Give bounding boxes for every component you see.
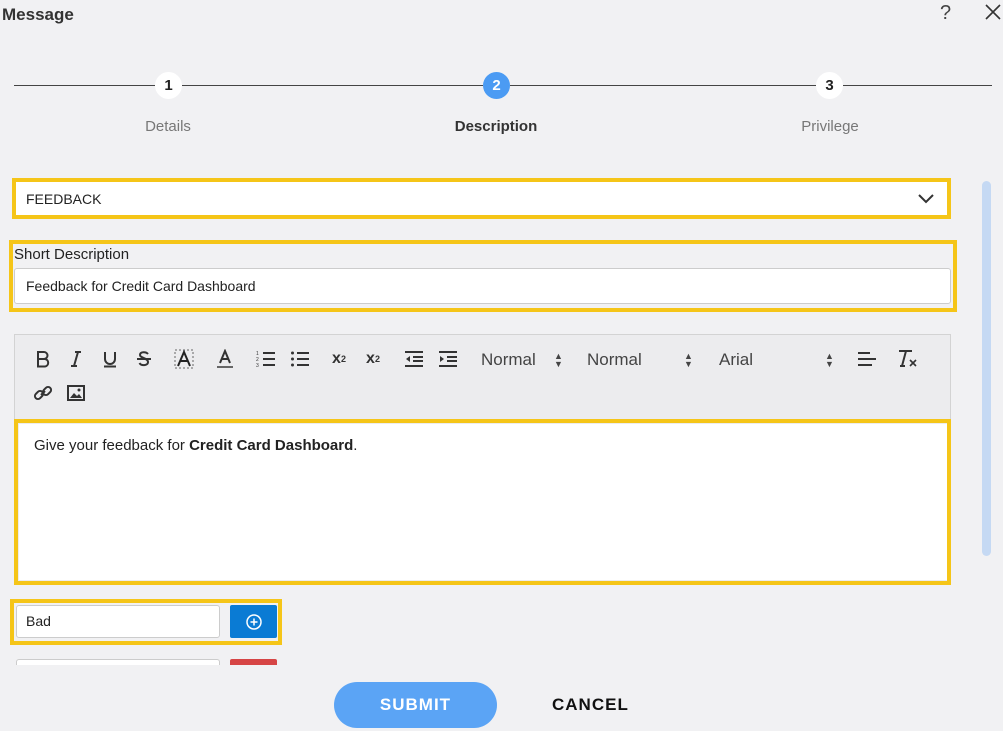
underline-icon[interactable] bbox=[99, 348, 121, 370]
svg-text:3: 3 bbox=[256, 363, 259, 368]
superscript-base: x bbox=[366, 350, 375, 367]
size-picker[interactable]: Normal ▲ ▼ bbox=[481, 350, 563, 370]
font-picker-value: Arial bbox=[719, 350, 754, 369]
size-picker-value: Normal bbox=[481, 350, 536, 369]
step-connector bbox=[182, 85, 483, 86]
header-picker[interactable]: Normal ▲ ▼ bbox=[587, 350, 693, 370]
subscript-mark: 2 bbox=[340, 354, 346, 364]
sort-arrows-icon: ▲ ▼ bbox=[825, 351, 834, 369]
add-circle-icon bbox=[245, 613, 262, 630]
option-input[interactable] bbox=[16, 659, 220, 665]
message-type-select[interactable]: FEEDBACK bbox=[16, 182, 947, 215]
subscript-base: x bbox=[332, 350, 341, 367]
step-connector bbox=[14, 85, 155, 86]
step-1-label: Details bbox=[145, 118, 191, 135]
dialog-title: Message bbox=[2, 5, 74, 24]
submit-button[interactable]: SUBMIT bbox=[334, 682, 497, 728]
step-1-circle[interactable]: 1 bbox=[155, 72, 182, 99]
sort-arrows-icon: ▲ ▼ bbox=[554, 351, 563, 369]
superscript-mark: 2 bbox=[374, 354, 380, 364]
bullet-list-icon[interactable] bbox=[289, 348, 311, 370]
superscript-icon[interactable]: x2 bbox=[362, 348, 384, 370]
sort-arrows-icon: ▲ ▼ bbox=[684, 351, 693, 369]
clear-format-icon[interactable] bbox=[897, 348, 919, 370]
step-2-label: Description bbox=[454, 118, 538, 135]
add-option-button[interactable] bbox=[230, 605, 277, 638]
editor-text-suffix: . bbox=[353, 437, 358, 454]
delete-option-button[interactable] bbox=[230, 659, 277, 665]
option-input[interactable]: Bad bbox=[16, 605, 220, 638]
ordered-list-icon[interactable]: 123 bbox=[255, 348, 277, 370]
step-connector bbox=[510, 85, 816, 86]
align-icon[interactable] bbox=[856, 348, 878, 370]
header-picker-value: Normal bbox=[587, 350, 642, 369]
scrollbar[interactable] bbox=[982, 181, 991, 556]
chevron-down-icon bbox=[917, 189, 935, 207]
bold-icon[interactable] bbox=[32, 348, 54, 370]
step-connector bbox=[843, 85, 992, 86]
image-icon[interactable] bbox=[65, 382, 87, 404]
short-description-input[interactable]: Feedback for Credit Card Dashboard bbox=[14, 268, 951, 304]
message-type-value: FEEDBACK bbox=[26, 190, 102, 207]
editor-content[interactable]: Give your feedback for Credit Card Dashb… bbox=[19, 424, 947, 580]
subscript-icon[interactable]: x2 bbox=[328, 348, 350, 370]
cancel-button[interactable]: CANCEL bbox=[552, 695, 629, 715]
step-3-label: Privilege bbox=[801, 118, 859, 135]
step-2-circle[interactable]: 2 bbox=[483, 72, 510, 99]
indent-icon[interactable] bbox=[437, 348, 459, 370]
short-description-label: Short Description bbox=[14, 246, 130, 263]
editor-text-prefix: Give your feedback for bbox=[34, 437, 190, 454]
font-picker[interactable]: Arial ▲ ▼ bbox=[719, 350, 834, 370]
step-3-circle[interactable]: 3 bbox=[816, 72, 843, 99]
background-color-icon[interactable] bbox=[173, 348, 195, 370]
link-icon[interactable] bbox=[32, 382, 54, 404]
editor-text-bold: Credit Card Dashboard bbox=[189, 437, 354, 454]
italic-icon[interactable] bbox=[65, 348, 87, 370]
strikethrough-icon[interactable] bbox=[133, 348, 155, 370]
outdent-icon[interactable] bbox=[403, 348, 425, 370]
help-icon[interactable]: ? bbox=[940, 2, 951, 25]
font-color-icon[interactable] bbox=[214, 348, 236, 370]
close-icon[interactable] bbox=[983, 1, 1003, 23]
